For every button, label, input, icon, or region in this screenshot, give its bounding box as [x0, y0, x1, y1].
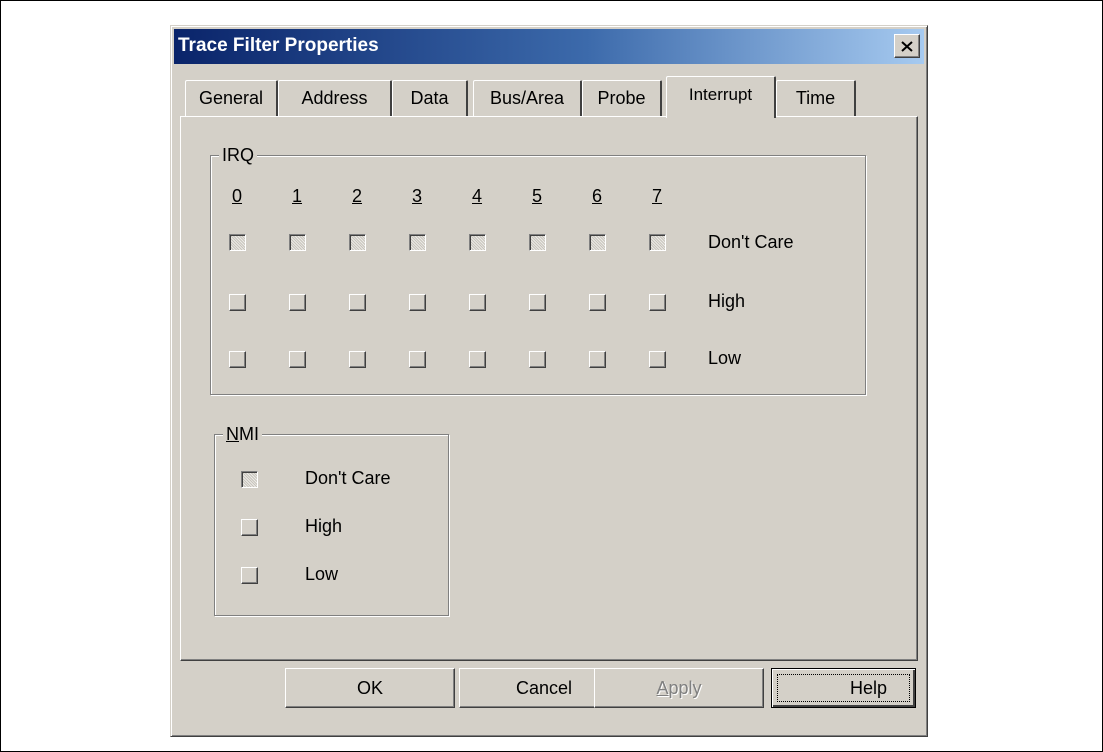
tab-probe-label: Probe — [597, 88, 646, 108]
nmi-label-rest: MI — [239, 424, 259, 444]
irq-low-label: Low — [708, 348, 742, 368]
irq0-dont-care-checkbox[interactable] — [229, 234, 246, 251]
tab-general[interactable]: General — [185, 80, 278, 116]
irq-column-7-label: 7 — [652, 186, 663, 206]
irq-column-4-label: 4 — [472, 186, 483, 206]
tab-time[interactable]: Time — [776, 80, 856, 116]
nmi-group-label: NMI — [223, 424, 262, 445]
nmi-low-label: Low — [305, 564, 339, 584]
irq6-low-checkbox[interactable] — [589, 351, 606, 368]
irq-column-0-label: 0 — [232, 186, 243, 206]
apply-button-label: Apply — [656, 678, 701, 698]
irq-group: IRQ 0 1 2 3 4 5 6 7 Don't Care High Low — [210, 145, 866, 395]
help-button-label: Help — [849, 678, 888, 698]
irq3-low-checkbox[interactable] — [409, 351, 426, 368]
tab-address-label: Address — [301, 88, 368, 108]
nmi-dont-care-label: Don't Care — [305, 468, 391, 488]
ok-button[interactable]: OK — [285, 668, 455, 708]
irq-column-5-label: 5 — [532, 186, 543, 206]
tab-interrupt[interactable]: Interrupt — [666, 76, 776, 118]
irq-column-1-label: 1 — [292, 186, 303, 206]
irq2-dont-care-checkbox[interactable] — [349, 234, 366, 251]
irq0-high-checkbox[interactable] — [229, 294, 246, 311]
tab-interrupt-label: Interrupt — [688, 85, 753, 104]
irq3-dont-care-checkbox[interactable] — [409, 234, 426, 251]
irq6-dont-care-checkbox[interactable] — [589, 234, 606, 251]
nmi-high-label: High — [305, 516, 343, 536]
apply-label-rest: pply — [668, 678, 702, 698]
irq0-low-checkbox[interactable] — [229, 351, 246, 368]
irq6-high-checkbox[interactable] — [589, 294, 606, 311]
irq-group-label: IRQ — [219, 145, 258, 166]
irq-column-6-label: 6 — [592, 186, 603, 206]
irq5-dont-care-checkbox[interactable] — [529, 234, 546, 251]
tab-probe[interactable]: Probe — [582, 80, 662, 116]
tab-address[interactable]: Address — [278, 80, 392, 116]
irq-column-3-label: 3 — [412, 186, 423, 206]
irq1-dont-care-checkbox[interactable] — [289, 234, 306, 251]
apply-mnemonic: A — [656, 678, 669, 698]
tab-time-label: Time — [795, 88, 836, 108]
irq4-low-checkbox[interactable] — [469, 351, 486, 368]
irq1-high-checkbox[interactable] — [289, 294, 306, 311]
nmi-mnemonic: N — [226, 424, 239, 444]
tab-bus-area[interactable]: Bus/Area — [473, 80, 582, 116]
irq1-low-checkbox[interactable] — [289, 351, 306, 368]
nmi-group: NMI Don't Care High Low — [214, 424, 449, 616]
nmi-high-checkbox[interactable] — [241, 519, 258, 536]
apply-button[interactable]: Apply — [594, 668, 764, 708]
irq7-dont-care-checkbox[interactable] — [649, 234, 666, 251]
irq4-high-checkbox[interactable] — [469, 294, 486, 311]
cancel-button-label: Cancel — [515, 678, 573, 698]
nmi-low-checkbox[interactable] — [241, 567, 258, 584]
irq2-low-checkbox[interactable] — [349, 351, 366, 368]
trace-filter-dialog: Trace Filter Properties General Address … — [170, 25, 928, 737]
nmi-dont-care-checkbox[interactable] — [241, 471, 258, 488]
tab-data-label: Data — [410, 88, 449, 108]
tab-general-label: General — [198, 88, 264, 108]
irq7-high-checkbox[interactable] — [649, 294, 666, 311]
tab-bus-area-label: Bus/Area — [489, 88, 565, 108]
irq7-low-checkbox[interactable] — [649, 351, 666, 368]
irq4-dont-care-checkbox[interactable] — [469, 234, 486, 251]
irq5-low-checkbox[interactable] — [529, 351, 546, 368]
irq-high-label: High — [708, 291, 746, 311]
irq2-high-checkbox[interactable] — [349, 294, 366, 311]
irq-column-2-label: 2 — [352, 186, 363, 206]
ok-button-label: OK — [356, 678, 383, 698]
irq5-high-checkbox[interactable] — [529, 294, 546, 311]
help-button[interactable]: Help — [771, 668, 916, 708]
irq-dont-care-label: Don't Care — [708, 232, 794, 252]
tab-data[interactable]: Data — [392, 80, 468, 116]
interrupt-tab-panel: IRQ 0 1 2 3 4 5 6 7 Don't Care High Low … — [180, 116, 918, 661]
irq3-high-checkbox[interactable] — [409, 294, 426, 311]
